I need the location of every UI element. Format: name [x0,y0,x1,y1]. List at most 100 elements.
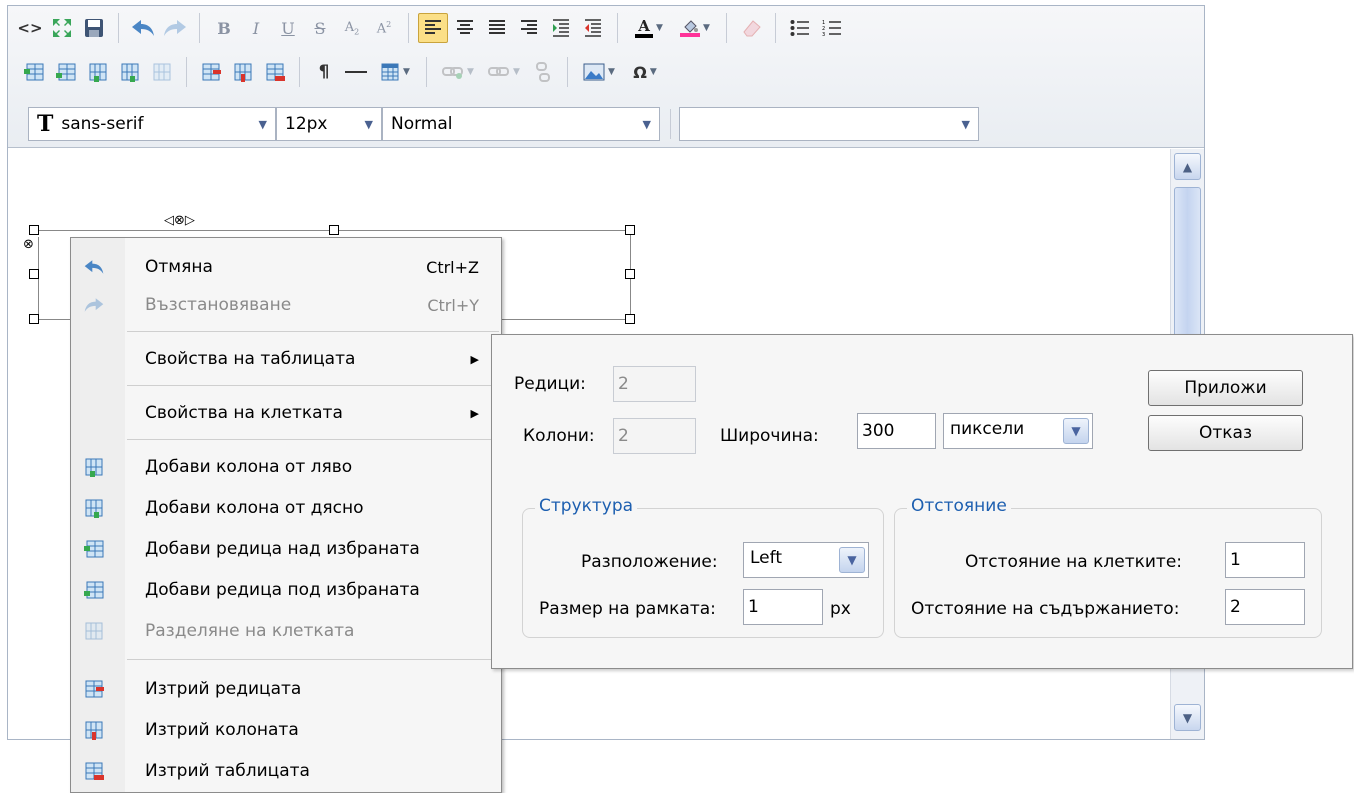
toolbar-separator [775,13,776,43]
highlight-color-icon[interactable]: ▼ [673,13,717,43]
undo-icon[interactable] [128,13,158,43]
menu-item-add-column-left[interactable]: Добави колона от ляво [71,448,501,486]
menu-item-redo[interactable]: Възстановяване Ctrl+Y [71,286,501,324]
font-family-value: sans-serif [61,114,144,134]
width-unit-value: пиксели [950,419,1025,439]
cell-spacing-input[interactable] [1225,542,1305,578]
menu-item-add-column-right[interactable]: Добави колона от дясно [71,489,501,527]
chevron-down-icon: ▼ [642,117,651,131]
insert-column-before-icon[interactable] [83,57,113,87]
indent-icon[interactable] [546,13,576,43]
paragraph-icon[interactable]: ¶ [309,57,339,87]
menu-item-undo[interactable]: Отмяна Ctrl+Z [71,248,501,286]
split-cells-icon[interactable] [147,57,177,87]
apply-button[interactable]: Приложи [1148,370,1303,406]
menu-item-add-row-below[interactable]: Добави редица под избраната [71,571,501,609]
align-right-icon[interactable] [514,13,544,43]
subscript-icon[interactable]: A2 [337,13,367,43]
spacing-legend: Отстояние [907,496,1011,516]
border-unit-label: px [830,599,851,619]
insert-table-icon[interactable]: ▼ [373,57,417,87]
resize-handle[interactable] [625,225,635,235]
cell-padding-input[interactable] [1225,589,1305,625]
menu-item-label: Добави колона от ляво [145,457,353,477]
menu-item-cell-properties[interactable]: Свойства на клетката ▶ [71,394,501,432]
menu-item-label: Добави редица над избраната [145,539,420,559]
delete-column-icon[interactable] [228,57,258,87]
source-icon[interactable]: <> [15,13,45,43]
superscript-icon[interactable]: A2 [369,13,399,43]
redo-icon[interactable] [160,13,190,43]
scroll-down-icon[interactable]: ▼ [1174,704,1201,731]
context-menu: Отмяна Ctrl+Z Възстановяване Ctrl+Y Свой… [70,237,502,793]
delete-table-icon[interactable] [260,57,290,87]
column-move-icon[interactable]: ◁⊗▷ [164,213,195,228]
menu-item-table-properties[interactable]: Свойства на таблицата ▶ [71,340,501,378]
resize-handle[interactable] [29,314,39,324]
insert-row-before-icon[interactable] [19,57,49,87]
resize-handle[interactable] [625,314,635,324]
eraser-icon[interactable] [736,13,766,43]
align-left-icon[interactable] [418,13,448,43]
delete-row-icon[interactable] [196,57,226,87]
scroll-up-icon[interactable]: ▲ [1174,153,1201,180]
insert-row-after-icon[interactable] [51,57,81,87]
resize-handle[interactable] [29,225,39,235]
rows-label: Редици: [514,374,586,394]
border-size-input[interactable] [743,589,823,625]
width-input[interactable] [857,413,936,449]
special-char-icon[interactable]: Ω ▼ [623,57,667,87]
rows-input[interactable] [613,366,696,402]
cols-input[interactable] [613,418,696,454]
strikethrough-icon[interactable]: S [305,13,335,43]
menu-item-split-cell[interactable]: Разделяне на клетката [71,612,501,650]
fullscreen-icon[interactable] [47,13,77,43]
insert-column-after-icon[interactable] [115,57,145,87]
insert-column-before-icon [83,456,105,478]
alignment-select[interactable]: Left ▼ [743,542,869,578]
menu-item-label: Изтрий колоната [145,720,299,740]
underline-icon[interactable]: U [273,13,303,43]
align-justify-icon[interactable] [482,13,512,43]
horizontal-rule-icon[interactable] [341,57,371,87]
width-unit-select[interactable]: пиксели ▼ [943,413,1093,449]
redo-icon [83,294,105,316]
outdent-icon[interactable] [578,13,608,43]
menu-item-delete-table[interactable]: Изтрий таблицата [71,752,501,790]
menu-item-add-row-above[interactable]: Добави редица над избраната [71,530,501,568]
style-select[interactable]: ▼ [679,107,979,141]
menu-separator [127,385,499,386]
bullet-list-icon[interactable] [785,13,815,43]
save-icon[interactable] [79,13,109,43]
bold-icon[interactable]: B [209,13,239,43]
menu-item-label: Разделяне на клетката [145,621,355,641]
edit-link-icon[interactable]: ▼ [482,57,526,87]
toolbar-separator [408,13,409,43]
block-format-value: Normal [391,114,453,134]
menu-item-delete-column[interactable]: Изтрий колоната [71,711,501,749]
resize-handle[interactable] [329,225,339,235]
insert-image-icon[interactable]: ▼ [577,57,621,87]
numbered-list-icon[interactable]: 123 [817,13,847,43]
resize-handle[interactable] [625,269,635,279]
spacing-fieldset: Отстояние Отстояние на клетките: Отстоян… [894,496,1322,638]
cell-padding-label: Отстояние на съдържанието: [911,599,1180,619]
insert-row-after-icon [83,579,105,601]
menu-item-label: Свойства на клетката [145,403,343,423]
resize-handle[interactable] [29,269,39,279]
cancel-button[interactable]: Отказ [1148,415,1303,451]
font-family-select[interactable]: T sans-serif ▼ [28,107,276,141]
insert-link-icon[interactable]: ▼ [436,57,480,87]
chevron-down-icon: ▼ [364,117,373,131]
toolbar-separator [726,13,727,43]
block-format-select[interactable]: Normal ▼ [382,107,660,141]
insert-row-before-icon [83,538,105,560]
font-color-icon[interactable]: A ▼ [627,13,671,43]
italic-icon[interactable]: I [241,13,271,43]
chevron-down-icon: ▼ [1063,418,1089,444]
unlink-icon[interactable] [528,57,558,87]
menu-item-delete-row[interactable]: Изтрий редицата [71,670,501,708]
font-size-select[interactable]: 12px ▼ [276,107,382,141]
align-center-icon[interactable] [450,13,480,43]
row-move-icon[interactable]: ⊗ [23,237,34,252]
